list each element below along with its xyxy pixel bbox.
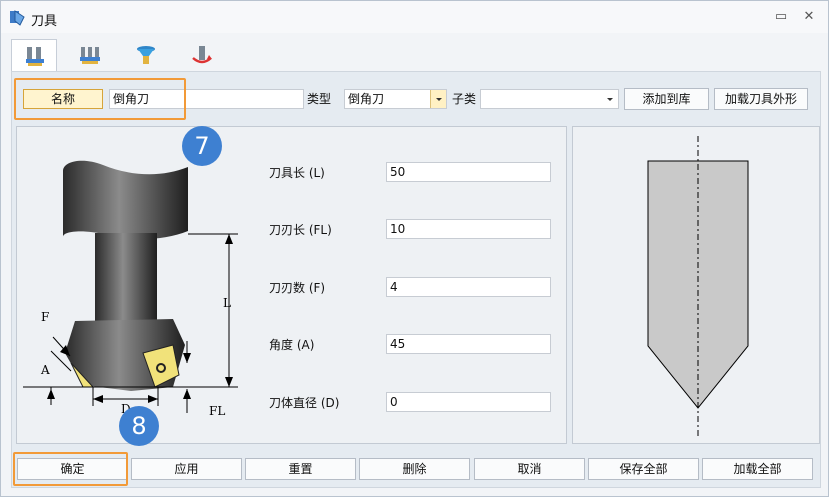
tool-library-icon xyxy=(26,47,44,66)
diagram-label-fl: FL xyxy=(209,404,225,418)
tool-app-icon xyxy=(10,10,25,26)
flute-length-input[interactable]: 10 xyxy=(386,219,551,239)
close-icon[interactable]: ✕ xyxy=(801,9,817,25)
param-label: 刀刃长 (FL) xyxy=(269,223,332,237)
param-label: 刀体直径 (D) xyxy=(269,396,340,410)
apply-button[interactable]: 应用 xyxy=(131,458,242,480)
diagram-label-l: L xyxy=(223,296,231,310)
ok-highlight xyxy=(13,452,128,486)
chevron-down-icon[interactable] xyxy=(602,90,618,108)
tool-length-input[interactable]: 50 xyxy=(386,162,551,182)
step-badge-7: 7 xyxy=(182,126,222,166)
type-select[interactable]: 倒角刀 xyxy=(344,89,447,109)
diagram-label-a: A xyxy=(40,363,50,377)
tab-tool-path[interactable] xyxy=(179,39,225,69)
load-all-button[interactable]: 加载全部 xyxy=(702,458,813,480)
step-badge-8: 8 xyxy=(119,406,159,446)
tool-path-icon xyxy=(192,46,212,64)
reset-button[interactable]: 重置 xyxy=(245,458,356,480)
chevron-down-icon[interactable] xyxy=(430,90,446,108)
cancel-button[interactable]: 取消 xyxy=(474,458,585,480)
window-title: 刀具 xyxy=(31,14,58,29)
title-bar: 刀具 ▭ ✕ xyxy=(1,1,828,33)
body-diameter-input[interactable]: 0 xyxy=(386,392,551,412)
tool-set-icon xyxy=(80,47,100,64)
load-tool-shape-button[interactable]: 加载刀具外形 xyxy=(714,88,808,110)
type-label: 类型 xyxy=(307,92,332,106)
flute-count-input[interactable]: 4 xyxy=(386,277,551,297)
chamfer-tool-diagram: F A L D FL xyxy=(23,160,238,418)
tool-preview-shape xyxy=(647,136,749,436)
name-highlight xyxy=(14,78,186,120)
tab-tool-set[interactable] xyxy=(67,39,113,69)
param-label: 刀刃数 (F) xyxy=(269,281,326,295)
tool-dialog: 刀具 ▭ ✕ 名称 倒角刀 类型 倒角刀 子类 添加到库 加载刀具外形 F A … xyxy=(0,0,829,497)
comment-icon[interactable]: ▭ xyxy=(773,9,789,25)
param-label: 角度 (A) xyxy=(269,338,315,352)
delete-button[interactable]: 删除 xyxy=(359,458,470,480)
subclass-label: 子类 xyxy=(452,92,477,106)
tab-holder[interactable] xyxy=(123,39,169,69)
type-select-value: 倒角刀 xyxy=(348,92,385,106)
save-all-button[interactable]: 保存全部 xyxy=(588,458,699,480)
angle-input[interactable]: 45 xyxy=(386,334,551,354)
param-label: 刀具长 (L) xyxy=(269,166,325,180)
holder-icon xyxy=(137,46,155,64)
subclass-select[interactable] xyxy=(480,89,619,109)
add-to-library-button[interactable]: 添加到库 xyxy=(624,88,709,110)
tab-tool[interactable] xyxy=(11,39,57,72)
diagram-label-f: F xyxy=(41,310,49,324)
